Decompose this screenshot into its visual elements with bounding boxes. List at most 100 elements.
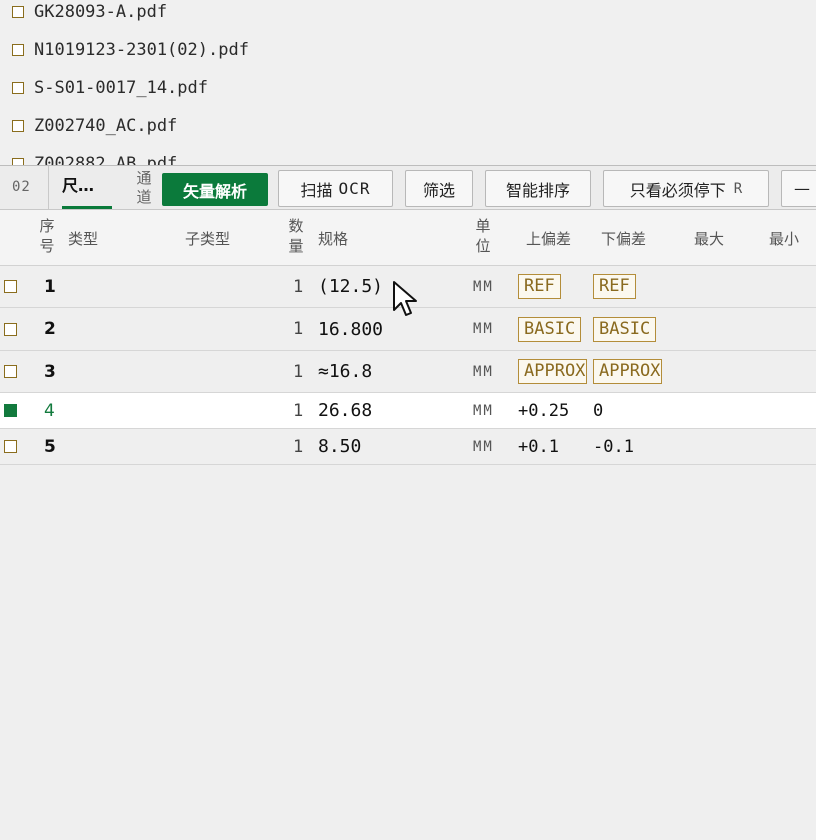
header-text: 位 — [475, 237, 491, 255]
column-header-qty[interactable]: 数 量 — [286, 216, 306, 256]
cell-qty: 1 — [293, 319, 304, 339]
table-header: 序 号 类型 子类型 数 量 规格 单 位 上偏差 下偏差 最大 最小 — [0, 210, 816, 266]
row-checkbox[interactable] — [4, 440, 17, 453]
tolerance-tag: BASIC — [593, 316, 657, 342]
toolbar: 02 尺… 通 道 矢量解析 扫描 OCR 筛选 智能排序 只看必须停下 R — — [0, 165, 816, 210]
filter-button[interactable]: 筛选 — [405, 170, 473, 207]
toolbar-divider — [48, 166, 49, 209]
file-checkbox[interactable] — [12, 44, 24, 56]
row-checkbox-cell[interactable] — [4, 429, 17, 464]
file-name: GK28093-A.pdf — [34, 2, 168, 22]
file-item[interactable]: S-S01-0017_14.pdf — [12, 76, 208, 100]
cell-upper-tol[interactable]: +0.25 — [518, 393, 569, 428]
smart-sort-label: 智能排序 — [505, 180, 570, 200]
row-checkbox[interactable] — [4, 404, 17, 417]
channel-label: 通 道 — [134, 169, 154, 207]
file-item[interactable]: Z002740_AC.pdf — [12, 114, 177, 138]
shortcut-key: R — [733, 180, 743, 197]
table-row[interactable]: 3 1 ≈16.8 MM APPROX APPROX — [0, 351, 816, 393]
file-checkbox[interactable] — [12, 82, 24, 94]
mouse-pointer-icon — [393, 281, 417, 316]
cell-upper-tol[interactable]: REF — [518, 266, 561, 307]
tolerance-tag: APPROX — [518, 359, 587, 384]
cell-index: 1 — [44, 276, 56, 297]
file-checkbox[interactable] — [12, 6, 24, 18]
cell-spec[interactable]: (12.5) — [318, 266, 383, 307]
vector-parse-label: 矢量解析 — [182, 181, 247, 201]
cell-index: 5 — [44, 436, 56, 457]
file-item[interactable]: Z002882_AB.pdf — [12, 152, 177, 165]
cell-index: 4 — [44, 400, 55, 421]
header-text: 单 — [475, 217, 491, 235]
ocr-label: OCR — [338, 179, 371, 198]
page-number: 02 — [12, 179, 31, 195]
header-text: 号 — [39, 237, 55, 255]
tab-dimensions[interactable]: 尺… — [62, 172, 94, 196]
must-stop-label: 只看必须停下 — [629, 180, 726, 200]
row-checkbox-cell[interactable] — [4, 308, 17, 350]
more-label: — — [794, 179, 810, 198]
tab-active-indicator — [62, 206, 112, 209]
row-checkbox[interactable] — [4, 322, 17, 336]
column-header-subtype[interactable]: 子类型 — [185, 210, 230, 266]
table-row-selected[interactable]: 4 1 26.68 MM +0.25 0 — [0, 393, 816, 429]
column-header-type[interactable]: 类型 — [68, 210, 98, 266]
cell-unit: MM — [473, 278, 494, 295]
channel-label-line: 通 — [136, 169, 152, 187]
file-checkbox[interactable] — [12, 158, 24, 165]
column-header-max[interactable]: 最大 — [694, 210, 724, 266]
cell-upper-tol[interactable]: BASIC — [518, 308, 582, 350]
file-name: Z002740_AC.pdf — [34, 116, 178, 136]
header-text: 数 — [288, 217, 304, 235]
vector-parse-button[interactable]: 矢量解析 — [162, 173, 268, 206]
file-item[interactable]: GK28093-A.pdf — [12, 0, 167, 24]
smart-sort-button[interactable]: 智能排序 — [485, 170, 591, 207]
cell-upper-tol[interactable]: APPROX — [518, 351, 587, 392]
column-header-upper-tol[interactable]: 上偏差 — [526, 210, 571, 266]
row-checkbox[interactable] — [4, 365, 17, 378]
file-name: Z002882_AB.pdf — [34, 154, 178, 165]
file-checkbox[interactable] — [12, 120, 24, 132]
column-header-index[interactable]: 序 号 — [37, 216, 57, 256]
cell-lower-tol[interactable]: 0 — [593, 393, 603, 428]
more-button[interactable]: — — [781, 170, 816, 207]
cell-index: 2 — [44, 319, 56, 339]
cell-lower-tol[interactable]: -0.1 — [593, 429, 634, 464]
filter-label: 筛选 — [422, 180, 455, 200]
row-checkbox-cell[interactable] — [4, 393, 17, 428]
file-name: N1019123-2301(02).pdf — [34, 40, 249, 60]
cell-unit: MM — [473, 321, 494, 337]
cell-index: 3 — [44, 361, 56, 382]
scan-ocr-button[interactable]: 扫描 OCR — [278, 170, 393, 207]
must-stop-filter-button[interactable]: 只看必须停下 R — [603, 170, 769, 207]
table-row[interactable]: 5 1 8.50 MM +0.1 -0.1 — [0, 429, 816, 465]
tolerance-tag: APPROX — [593, 359, 662, 384]
row-checkbox-cell[interactable] — [4, 351, 17, 392]
tolerance-tag: REF — [518, 274, 561, 299]
channel-label-line: 道 — [136, 188, 152, 206]
file-list: GK28093-A.pdf N1019123-2301(02).pdf S-S0… — [0, 0, 816, 165]
cell-spec[interactable]: 8.50 — [318, 429, 361, 464]
column-header-min[interactable]: 最小 — [769, 210, 799, 266]
cell-lower-tol[interactable]: BASIC — [593, 308, 657, 350]
header-text: 序 — [39, 217, 55, 235]
scan-label: 扫描 — [300, 180, 333, 200]
cell-upper-tol[interactable]: +0.1 — [518, 429, 559, 464]
row-checkbox[interactable] — [4, 280, 17, 293]
header-text: 量 — [288, 237, 304, 255]
cell-lower-tol[interactable]: APPROX — [593, 351, 662, 392]
cell-lower-tol[interactable]: REF — [593, 266, 636, 307]
dimension-table: 序 号 类型 子类型 数 量 规格 单 位 上偏差 下偏差 最大 最小 1 1 … — [0, 210, 816, 465]
column-header-unit[interactable]: 单 位 — [473, 216, 493, 256]
column-header-lower-tol[interactable]: 下偏差 — [601, 210, 646, 266]
column-header-spec[interactable]: 规格 — [318, 210, 348, 266]
row-checkbox-cell[interactable] — [4, 266, 17, 307]
tolerance-tag: REF — [593, 274, 636, 299]
cell-spec[interactable]: 16.800 — [318, 308, 383, 350]
cell-spec[interactable]: ≈16.8 — [318, 351, 372, 392]
cell-spec[interactable]: 26.68 — [318, 393, 372, 428]
tolerance-tag: BASIC — [518, 316, 582, 342]
cell-qty: 1 — [293, 436, 304, 457]
cell-qty: 1 — [293, 276, 304, 297]
file-item[interactable]: N1019123-2301(02).pdf — [12, 38, 249, 62]
